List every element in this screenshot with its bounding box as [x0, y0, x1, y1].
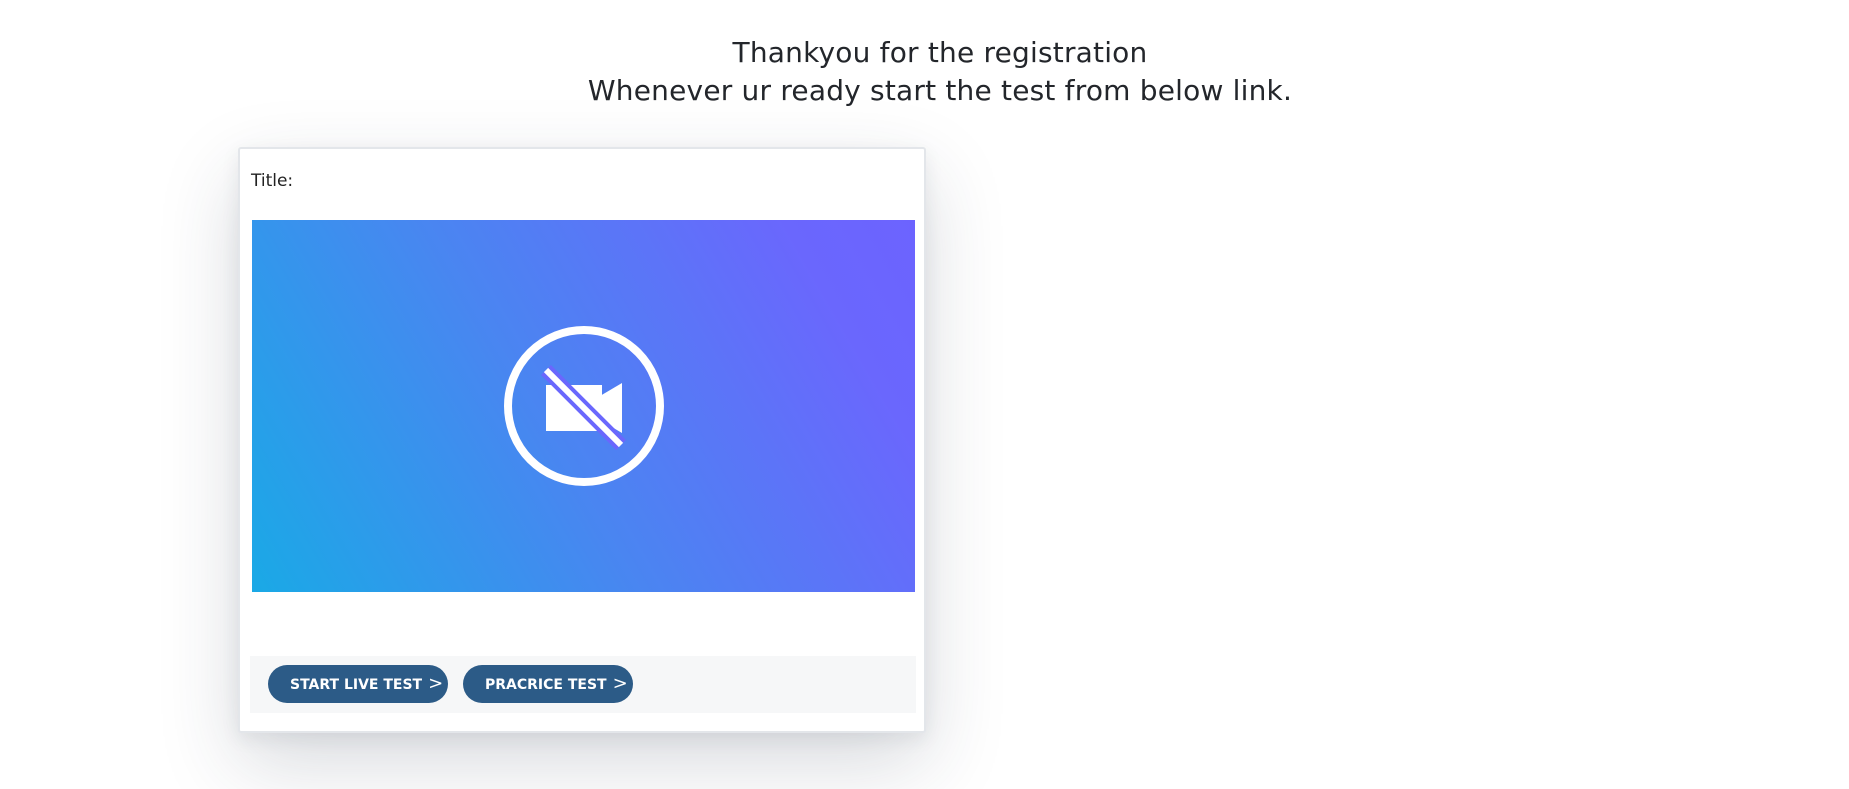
page: Thankyou for the registration Whenever u… [0, 0, 1849, 789]
video-preview [252, 220, 915, 592]
practice-test-button[interactable]: PRACRICE TEST > [463, 665, 633, 703]
chevron-right-icon: > [612, 673, 628, 694]
card-title-label: Title: [251, 171, 294, 191]
heading-line-1: Thankyou for the registration [732, 36, 1148, 69]
heading-line-2: Whenever ur ready start the test from be… [587, 74, 1293, 107]
card-footer: START LIVE TEST > PRACRICE TEST > [250, 656, 916, 713]
thank-you-heading: Thankyou for the registration Whenever u… [0, 34, 1849, 110]
start-live-test-label: START LIVE TEST [290, 677, 423, 693]
start-live-test-button[interactable]: START LIVE TEST > [268, 665, 448, 703]
practice-test-label: PRACRICE TEST [485, 677, 607, 693]
video-off-icon [503, 326, 664, 486]
test-card: Title: START LIVE TEST > PRACRICE TEST > [238, 147, 926, 733]
chevron-right-icon: > [428, 673, 444, 694]
